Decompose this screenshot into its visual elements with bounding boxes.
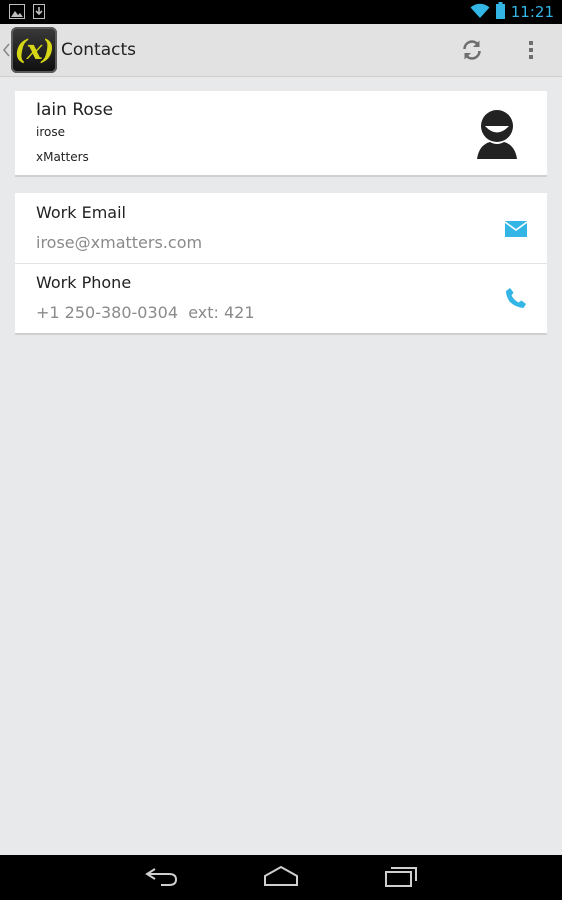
contact-name: Iain Rose [36,100,114,120]
battery-icon [495,1,505,23]
up-caret-icon[interactable] [2,40,10,60]
home-icon[interactable] [261,863,301,891]
back-icon[interactable] [141,863,181,891]
phone-icon[interactable] [505,287,527,313]
refresh-icon[interactable] [460,38,484,66]
detail-label: Work Phone [36,273,132,292]
status-time: 11:21 [510,3,554,21]
gallery-notification-icon [9,4,25,23]
contact-card: Iain Rose irose xMatters [15,91,547,177]
wifi-icon [470,3,490,22]
contact-username: irose [36,125,65,139]
recents-icon[interactable] [382,863,422,891]
detail-value: irose@xmatters.com [36,233,203,252]
contact-company: xMatters [36,150,89,164]
email-icon[interactable] [504,221,528,241]
avatar-icon [473,109,521,159]
detail-value: +1 250-380-0304 ext: 421 [36,303,255,322]
detail-row-work-email[interactable]: Work Email irose@xmatters.com [15,193,547,264]
detail-label: Work Email [36,203,126,222]
action-bar: (x) Contacts [0,24,562,77]
status-bar: 11:21 [0,0,562,24]
contact-details-card: Work Email irose@xmatters.com Work Phone… [15,193,547,335]
status-indicators: 11:21 [470,0,554,24]
app-logo[interactable]: (x) [11,27,57,73]
navigation-bar [0,855,562,900]
download-notification-icon [33,4,45,23]
overflow-menu-icon[interactable] [526,38,536,66]
detail-row-work-phone[interactable]: Work Phone +1 250-380-0304 ext: 421 [15,263,547,333]
page-title: Contacts [61,40,136,60]
